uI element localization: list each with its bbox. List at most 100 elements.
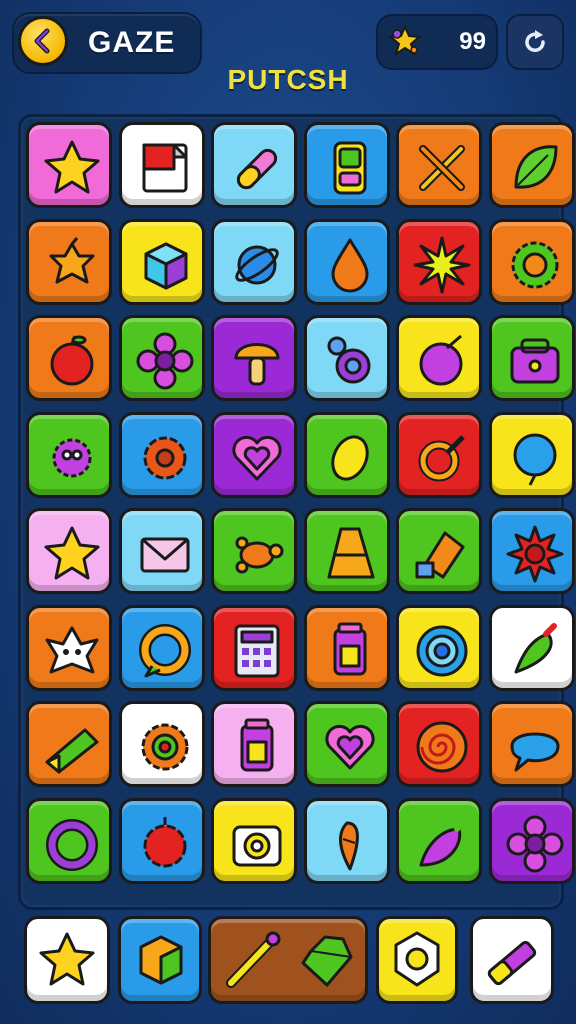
tile-pill[interactable] — [211, 122, 297, 208]
tile-brush[interactable] — [396, 508, 482, 594]
box-icon — [139, 935, 183, 985]
virus-icon — [52, 438, 92, 477]
chat-ring-icon — [138, 623, 191, 677]
berry-icon — [143, 816, 186, 867]
tray-slot-star[interactable] — [24, 916, 110, 1004]
tile-chat-ring[interactable] — [118, 604, 205, 691]
snail-icon — [327, 336, 370, 384]
tile-snail[interactable] — [303, 315, 390, 401]
tools-icon — [419, 145, 465, 191]
tile-apple[interactable] — [26, 315, 112, 401]
flower-icon — [136, 332, 193, 390]
tile-leaf[interactable] — [488, 122, 575, 208]
tile-mushroom[interactable] — [211, 315, 297, 401]
brush-icon — [415, 531, 465, 579]
lemon-icon — [330, 434, 369, 481]
heart-icon — [232, 435, 282, 480]
top-bar: GAZE 99 PUTCSH — [0, 0, 576, 95]
tile-lemon[interactable] — [303, 411, 390, 498]
tile-jar[interactable] — [303, 604, 390, 691]
tile-flower[interactable] — [118, 315, 205, 401]
phone-icon — [333, 141, 366, 195]
pill-icon — [236, 148, 278, 190]
tile-heart[interactable] — [211, 411, 297, 498]
tile-prism[interactable] — [26, 701, 112, 787]
target-icon — [416, 625, 468, 676]
tile-drop[interactable] — [303, 218, 390, 305]
heart-icon — [324, 724, 375, 770]
fruit-star-icon — [49, 236, 95, 283]
tile-tools[interactable] — [396, 122, 482, 208]
tile-eggplant[interactable] — [396, 797, 482, 884]
blob-icon — [143, 436, 186, 479]
drop-icon — [331, 238, 368, 292]
tray-slot-box[interactable] — [118, 916, 202, 1004]
tray-slot-pencil[interactable] — [208, 916, 368, 1004]
tile-target[interactable] — [396, 604, 482, 691]
tile-bag[interactable] — [488, 315, 575, 401]
tile-spiral[interactable] — [396, 701, 482, 787]
tile-cone[interactable] — [303, 508, 390, 594]
tile-orb[interactable] — [396, 315, 482, 401]
star-icon — [44, 526, 100, 580]
cube-icon — [144, 242, 187, 289]
tile-critter[interactable] — [26, 604, 112, 691]
tray-slot-crayon[interactable] — [470, 916, 554, 1004]
tile-virus[interactable] — [26, 411, 112, 498]
bubble-icon — [510, 732, 559, 772]
game-title: GAZE — [88, 26, 176, 59]
level-subtitle: PUTCSH — [227, 64, 349, 95]
tile-berry[interactable] — [118, 797, 205, 884]
tile-star[interactable] — [26, 508, 112, 594]
tile-camera[interactable] — [211, 797, 297, 884]
tray-slot-badge[interactable] — [376, 916, 458, 1004]
badge-icon — [394, 931, 440, 987]
crayon-icon — [487, 940, 537, 986]
tile-fruit-star[interactable] — [26, 218, 112, 305]
tile-envelope[interactable] — [118, 508, 205, 594]
tile-calculator[interactable] — [211, 604, 297, 691]
tile-phone[interactable] — [303, 122, 390, 208]
tile-turtle[interactable] — [211, 508, 297, 594]
tile-carrot[interactable] — [303, 797, 390, 884]
tile-ring-open[interactable] — [26, 797, 112, 884]
star-icon — [39, 932, 95, 986]
tile-orbit[interactable] — [211, 218, 297, 305]
tile-gear[interactable] — [488, 218, 575, 305]
tile-flower[interactable] — [488, 797, 575, 884]
tile-heart[interactable] — [303, 701, 390, 787]
tile-star[interactable] — [26, 122, 112, 208]
orbit-icon — [235, 245, 279, 284]
tile-balloon[interactable] — [488, 411, 575, 498]
back-arrow-icon[interactable] — [18, 16, 68, 66]
balloon-icon — [513, 433, 556, 486]
tile-sun[interactable] — [488, 508, 575, 594]
tile-ring[interactable] — [396, 411, 482, 498]
ring-open-icon — [46, 818, 98, 871]
turtle-icon — [235, 536, 284, 574]
tile-pepper[interactable] — [488, 604, 575, 691]
flower-icon — [506, 815, 563, 872]
pencil-icon — [226, 931, 281, 988]
ring-icon — [418, 434, 465, 481]
orb-icon — [419, 334, 463, 386]
refresh-icon[interactable] — [506, 14, 564, 70]
leaf-icon — [514, 145, 557, 189]
prism-icon — [45, 728, 99, 774]
cone-icon — [327, 527, 374, 579]
tile-gear-target[interactable] — [118, 701, 205, 787]
star-icon — [44, 140, 100, 194]
gear-icon — [511, 241, 558, 288]
page-icon — [142, 143, 187, 193]
tile-burst[interactable] — [396, 218, 482, 305]
jar-icon — [240, 718, 274, 772]
tile-cube[interactable] — [118, 218, 205, 305]
score-display: 99 — [376, 14, 498, 70]
tile-page[interactable] — [118, 122, 205, 208]
critter-icon — [45, 626, 99, 673]
tile-jar[interactable] — [211, 701, 297, 787]
pepper-icon — [514, 622, 557, 673]
tile-bubble[interactable] — [488, 701, 575, 787]
burst-icon — [413, 236, 471, 293]
tile-blob[interactable] — [118, 411, 205, 498]
